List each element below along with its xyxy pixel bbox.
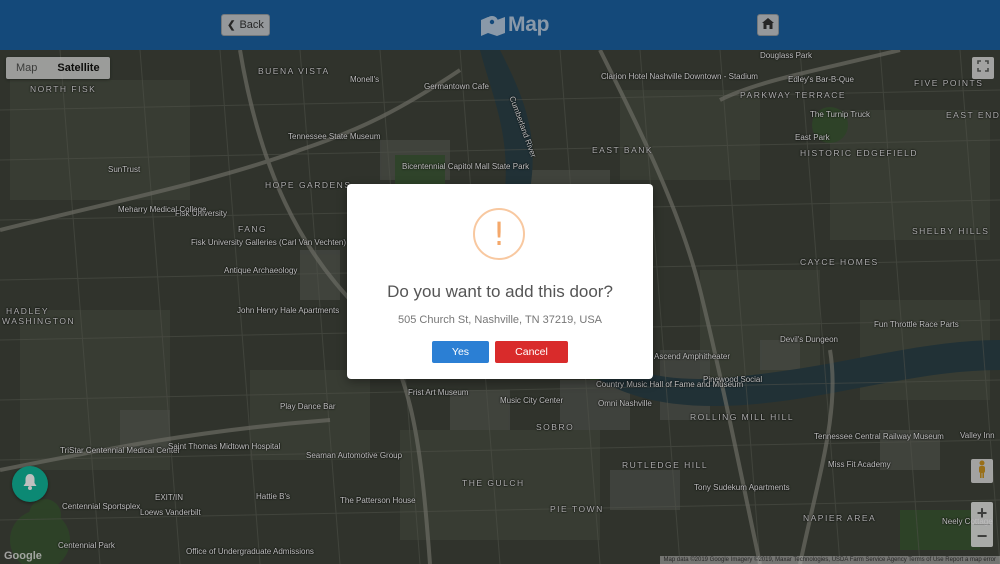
confirm-dialog: ! Do you want to add this door? 505 Chur… [347, 184, 653, 379]
yes-button[interactable]: Yes [432, 341, 489, 363]
cancel-button[interactable]: Cancel [495, 341, 568, 363]
dialog-address: 505 Church St, Nashville, TN 37219, USA [397, 314, 602, 326]
dialog-title: Do you want to add this door? [387, 282, 613, 301]
exclamation-circle-icon: ! [473, 208, 525, 260]
